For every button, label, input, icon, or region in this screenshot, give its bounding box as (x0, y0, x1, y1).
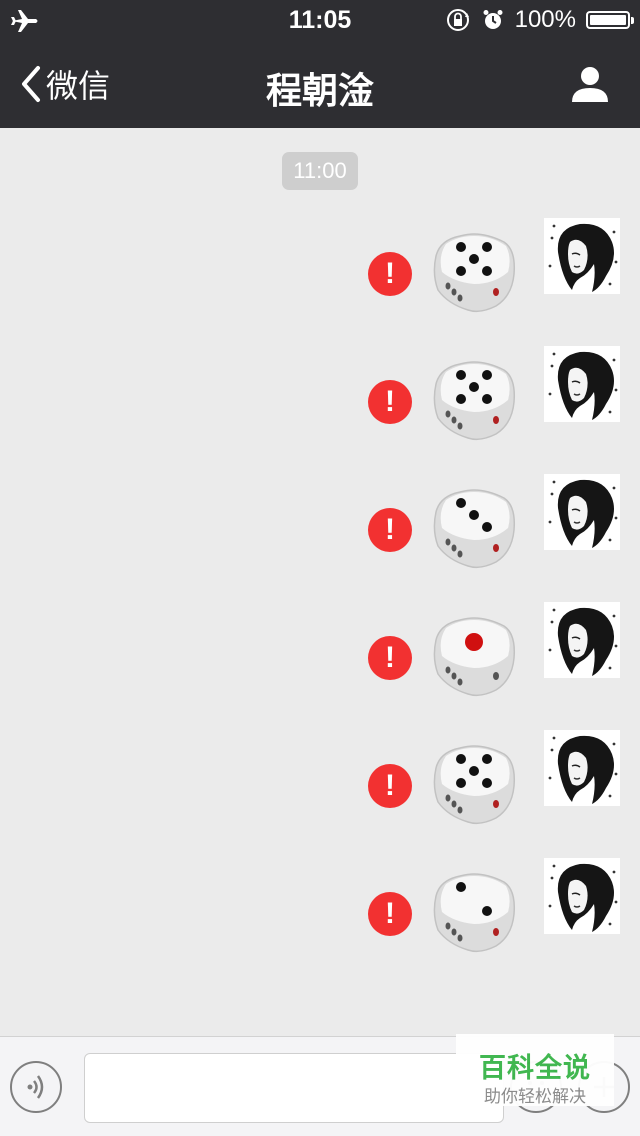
message-row: ! (0, 474, 640, 574)
avatar[interactable] (544, 858, 620, 934)
dice-icon[interactable] (430, 612, 518, 700)
avatar[interactable] (544, 602, 620, 678)
chat-title: 程朝淦 (265, 70, 374, 111)
avatar[interactable] (544, 474, 620, 550)
avatar[interactable] (544, 730, 620, 806)
send-failed-icon[interactable]: ! (368, 636, 412, 680)
watermark-subtitle: 助你轻松解决 (484, 1087, 586, 1106)
chat-timestamp: 11:00 (282, 152, 358, 190)
watermark: 百科全说 助你轻松解决 (456, 1034, 614, 1106)
battery-fill (590, 15, 626, 25)
status-right: 100% (445, 6, 634, 34)
chat-area[interactable]: 11:00 !!!!!! (0, 128, 640, 1036)
person-icon[interactable] (570, 64, 610, 104)
message-row: ! (0, 858, 640, 958)
send-failed-icon[interactable]: ! (368, 508, 412, 552)
message-row: ! (0, 346, 640, 446)
nav-bar: 微信 程朝淦 (0, 40, 640, 128)
avatar[interactable] (544, 346, 620, 422)
watermark-title: 百科全说 (479, 1053, 591, 1083)
message-input[interactable] (84, 1053, 504, 1123)
send-failed-icon[interactable]: ! (368, 380, 412, 424)
send-failed-icon[interactable]: ! (368, 764, 412, 808)
battery-icon (586, 11, 634, 29)
send-failed-icon[interactable]: ! (368, 892, 412, 936)
top-bar: 11:05 100% 微信 程朝淦 (0, 0, 640, 128)
dice-icon[interactable] (430, 484, 518, 572)
send-failed-icon[interactable]: ! (368, 252, 412, 296)
message-row: ! (0, 730, 640, 830)
dice-icon[interactable] (430, 868, 518, 956)
voice-icon (27, 1075, 44, 1099)
dice-icon[interactable] (430, 740, 518, 828)
status-bar: 11:05 100% (0, 0, 640, 40)
battery-percent: 100% (514, 6, 576, 33)
dice-icon[interactable] (430, 356, 518, 444)
message-row: ! (0, 602, 640, 702)
rotation-lock-icon (446, 9, 469, 31)
dice-icon[interactable] (430, 228, 518, 316)
message-row: ! (0, 218, 640, 318)
voice-button[interactable] (10, 1061, 62, 1113)
alarm-icon (483, 10, 503, 29)
avatar[interactable] (544, 218, 620, 294)
